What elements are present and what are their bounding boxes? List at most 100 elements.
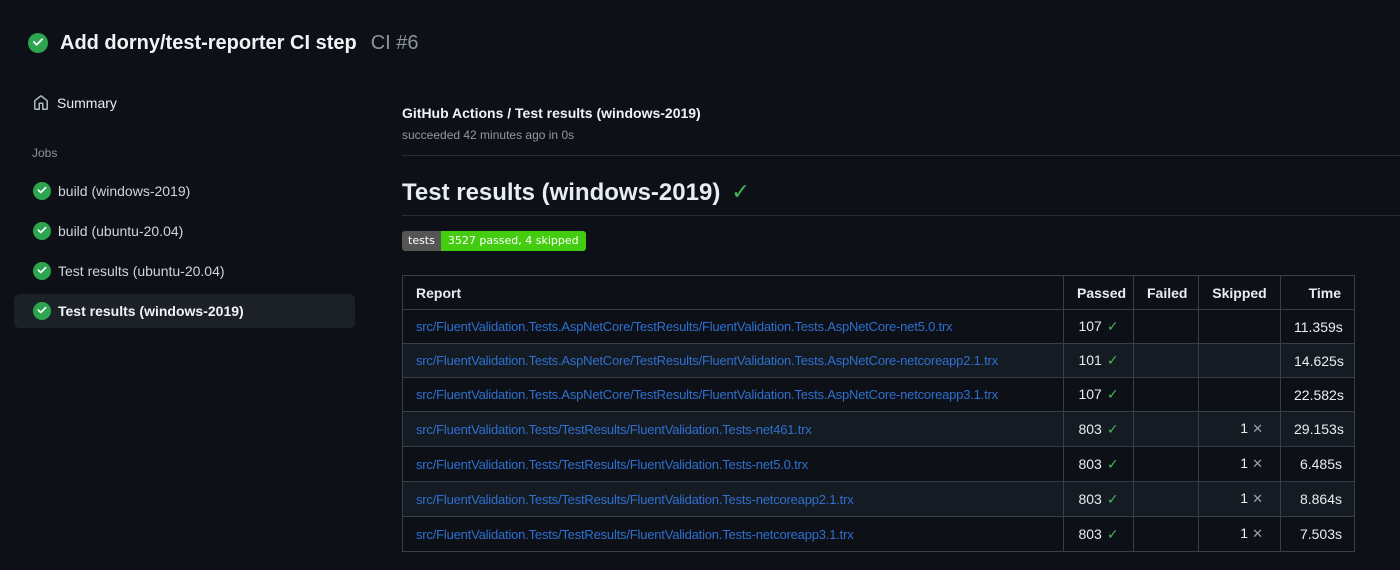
sidebar-item-summary[interactable]: Summary (14, 90, 374, 116)
check-icon: ✓ (1106, 387, 1119, 403)
check-circle-icon (33, 262, 51, 280)
badge-label: tests (402, 231, 441, 251)
col-header-failed: Failed (1133, 275, 1199, 310)
col-header-skipped: Skipped (1198, 275, 1281, 310)
main-content: GitHub Actions / Test results (windows-2… (374, 90, 1400, 552)
report-cell: src/FluentValidation.Tests/TestResults/F… (402, 481, 1064, 517)
table-row: src/FluentValidation.Tests.AspNetCore/Te… (402, 343, 1355, 378)
skipped-cell: 1 ✕ (1198, 481, 1281, 517)
report-link[interactable]: src/FluentValidation.Tests.AspNetCore/Te… (416, 319, 953, 334)
table-row: src/FluentValidation.Tests/TestResults/F… (402, 516, 1355, 552)
passed-cell: 101 ✓ (1063, 343, 1134, 378)
time-cell: 8.864s (1280, 481, 1355, 517)
time-cell: 22.582s (1280, 377, 1355, 412)
home-icon (33, 95, 49, 111)
cross-icon: ✕ (1252, 527, 1263, 542)
check-icon: ✓ (1106, 319, 1119, 335)
time-cell: 14.625s (1280, 343, 1355, 378)
time-cell: 11.359s (1280, 309, 1355, 344)
failed-cell (1133, 411, 1199, 447)
skipped-cell: 1 ✕ (1198, 446, 1281, 482)
report-cell: src/FluentValidation.Tests/TestResults/F… (402, 516, 1064, 552)
check-icon: ✓ (1106, 421, 1119, 438)
time-cell: 29.153s (1280, 411, 1355, 447)
cross-icon: ✕ (1252, 422, 1263, 437)
report-link[interactable]: src/FluentValidation.Tests.AspNetCore/Te… (416, 353, 998, 368)
check-circle-icon (33, 222, 51, 240)
sidebar: Summary Jobs build (windows-2019) build … (0, 90, 374, 328)
cross-icon: ✕ (1252, 457, 1263, 472)
check-icon: ✓ (1106, 353, 1119, 369)
failed-cell (1133, 516, 1199, 552)
check-icon: ✓ (1106, 526, 1119, 543)
report-cell: src/FluentValidation.Tests/TestResults/F… (402, 411, 1064, 447)
check-run-title: GitHub Actions / Test results (windows-2… (402, 105, 701, 121)
table-row: src/FluentValidation.Tests/TestResults/F… (402, 446, 1355, 482)
table-row: src/FluentValidation.Tests/TestResults/F… (402, 411, 1355, 447)
time-cell: 7.503s (1280, 516, 1355, 552)
badge-value: 3527 passed, 4 skipped (440, 231, 586, 251)
failed-cell (1133, 343, 1199, 378)
check-circle-icon (33, 182, 51, 200)
run-title: Add dorny/test-reporter CI step (60, 31, 357, 54)
sidebar-item-build-windows-2019[interactable]: build (windows-2019) (14, 174, 355, 208)
report-cell: src/FluentValidation.Tests/TestResults/F… (402, 446, 1064, 482)
job-label: build (ubuntu-20.04) (58, 223, 184, 239)
passed-cell: 107 ✓ (1063, 377, 1134, 412)
job-label: build (windows-2019) (58, 183, 191, 199)
time-cell: 6.485s (1280, 446, 1355, 482)
check-run-status: succeeded 42 minutes ago in 0s (402, 128, 575, 142)
col-header-report: Report (402, 275, 1064, 310)
report-cell: src/FluentValidation.Tests.AspNetCore/Te… (402, 343, 1064, 378)
sidebar-item-test-results-ubuntu-2004[interactable]: Test results (ubuntu-20.04) (14, 254, 355, 288)
run-number: CI #6 (370, 31, 419, 54)
report-heading: Test results (windows-2019) ✓ (402, 179, 1400, 207)
report-link[interactable]: src/FluentValidation.Tests/TestResults/F… (416, 457, 808, 472)
failed-cell (1133, 377, 1199, 412)
col-header-time: Time (1280, 275, 1355, 310)
check-icon: ✓ (1106, 491, 1119, 508)
sidebar-item-build-ubuntu-2004[interactable]: build (ubuntu-20.04) (14, 214, 355, 248)
check-icon: ✓ (731, 180, 750, 205)
check-circle-icon (28, 33, 48, 53)
passed-cell: 803 ✓ (1063, 516, 1134, 552)
job-label: Test results (ubuntu-20.04) (58, 263, 225, 279)
report-link[interactable]: src/FluentValidation.Tests/TestResults/F… (416, 422, 812, 437)
job-label: Test results (windows-2019) (58, 303, 244, 319)
divider (402, 215, 1400, 216)
passed-cell: 107 ✓ (1063, 309, 1134, 344)
divider (402, 155, 1400, 156)
jobs-section-label: Jobs (32, 146, 58, 160)
skipped-cell: 1 ✕ (1198, 411, 1281, 447)
report-heading-text: Test results (windows-2019) (402, 179, 721, 206)
failed-cell (1133, 481, 1199, 517)
report-link[interactable]: src/FluentValidation.Tests/TestResults/F… (416, 527, 854, 542)
table-row: src/FluentValidation.Tests.AspNetCore/Te… (402, 309, 1355, 344)
passed-cell: 803 ✓ (1063, 481, 1134, 517)
skipped-cell (1198, 309, 1281, 344)
table-row: src/FluentValidation.Tests/TestResults/F… (402, 481, 1355, 517)
passed-cell: 803 ✓ (1063, 411, 1134, 447)
sidebar-item-test-results-windows-2019[interactable]: Test results (windows-2019) (14, 294, 355, 328)
col-header-passed: Passed (1063, 275, 1134, 310)
report-link[interactable]: src/FluentValidation.Tests/TestResults/F… (416, 492, 854, 507)
report-link[interactable]: src/FluentValidation.Tests.AspNetCore/Te… (416, 387, 998, 402)
passed-cell: 803 ✓ (1063, 446, 1134, 482)
results-table: Report Passed Failed Skipped Time src/Fl… (402, 275, 1355, 552)
table-header-row: Report Passed Failed Skipped Time (402, 275, 1355, 310)
report-cell: src/FluentValidation.Tests.AspNetCore/Te… (402, 377, 1064, 412)
check-circle-icon (33, 302, 51, 320)
report-cell: src/FluentValidation.Tests.AspNetCore/Te… (402, 309, 1064, 344)
skipped-cell (1198, 377, 1281, 412)
check-icon: ✓ (1106, 456, 1119, 473)
failed-cell (1133, 446, 1199, 482)
skipped-cell: 1 ✕ (1198, 516, 1281, 552)
run-header: Add dorny/test-reporter CI step CI #6 (0, 0, 1400, 56)
summary-label: Summary (57, 95, 117, 111)
failed-cell (1133, 309, 1199, 344)
jobs-list: build (windows-2019) build (ubuntu-20.04… (0, 174, 374, 328)
skipped-cell (1198, 343, 1281, 378)
table-row: src/FluentValidation.Tests.AspNetCore/Te… (402, 377, 1355, 412)
tests-badge: tests 3527 passed, 4 skipped (402, 231, 586, 251)
cross-icon: ✕ (1252, 492, 1263, 507)
